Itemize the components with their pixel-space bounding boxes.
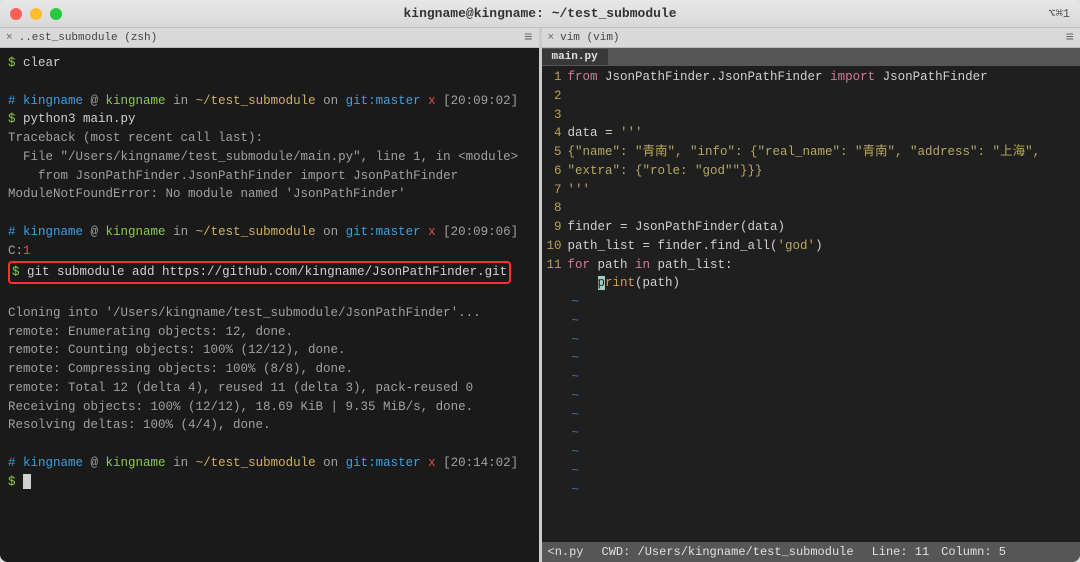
prompt-host: kingname [106, 94, 166, 108]
terminal-window: kingname@kingname: ~/test_submodule ⌥⌘1 … [0, 0, 1080, 562]
zoom-window-button[interactable] [50, 8, 62, 20]
vim-cursor: p [598, 276, 606, 290]
traceback-file: File "/Users/kingname/test_submodule/mai… [8, 150, 518, 164]
git-branch: master [376, 94, 421, 108]
git-output: remote: Counting objects: 100% (12/12), … [8, 343, 346, 357]
left-pane: × ..est_submodule (zsh) ≡ $ clear # king… [0, 28, 542, 562]
hamburger-icon[interactable]: ≡ [1066, 30, 1074, 46]
command: python3 main.py [23, 112, 136, 126]
terminal-output[interactable]: $ clear # kingname @ kingname in ~/test_… [0, 48, 539, 562]
prompt-hash: # [8, 94, 23, 108]
vim-empty-lines: ~~~~~~~~~~~ [568, 293, 1080, 499]
minimize-window-button[interactable] [30, 8, 42, 20]
right-tab-label[interactable]: vim (vim) [560, 32, 619, 44]
close-tab-icon[interactable]: × [548, 32, 555, 44]
prompt-symbol: $ [8, 56, 16, 70]
window-controls [10, 8, 62, 20]
command: git submodule add https://github.com/kin… [27, 265, 507, 279]
traceback-code: from JsonPathFinder.JsonPathFinder impor… [8, 169, 458, 183]
git-output: remote: Total 12 (delta 4), reused 11 (d… [8, 381, 473, 395]
status-line: Line: 11 [872, 545, 930, 559]
line-numbers: 1 2 3 4 5 6 7 8 9 10 11 [542, 68, 568, 540]
prompt-user: kingname [23, 94, 83, 108]
editor[interactable]: main.py 1 2 3 4 5 6 7 8 9 10 11 [542, 48, 1080, 562]
right-pane: × vim (vim) ≡ main.py 1 2 3 4 5 6 7 [542, 28, 1080, 562]
highlighted-command: $ git submodule add https://github.com/k… [8, 261, 511, 284]
git-output: remote: Compressing objects: 100% (8/8),… [8, 362, 353, 376]
file-tab[interactable]: main.py [542, 49, 608, 65]
close-window-button[interactable] [10, 8, 22, 20]
terminal-cursor [23, 474, 31, 489]
window-title: kingname@kingname: ~/test_submodule [403, 6, 676, 21]
prompt-dir: ~/test_submodule [196, 94, 316, 108]
window-shortcut: ⌥⌘1 [1048, 6, 1070, 21]
command: clear [23, 56, 61, 70]
close-tab-icon[interactable]: × [6, 32, 13, 44]
right-tabbar: × vim (vim) ≡ [542, 28, 1080, 48]
git-output: Receiving objects: 100% (12/12), 18.69 K… [8, 400, 473, 414]
git-output: Cloning into '/Users/kingname/test_submo… [8, 306, 481, 320]
prompt-time: [20:09:02] [443, 94, 518, 108]
split-panes: × ..est_submodule (zsh) ≡ $ clear # king… [0, 28, 1080, 562]
traceback-header: Traceback (most recent call last): [8, 131, 263, 145]
status-column: Column: 5 [941, 545, 1006, 559]
traceback-error: ModuleNotFoundError: No module named 'Js… [8, 187, 406, 201]
left-tabbar: × ..est_submodule (zsh) ≡ [0, 28, 539, 48]
git-output: Resolving deltas: 100% (4/4), done. [8, 418, 271, 432]
vim-statusline: <n.py CWD: /Users/kingname/test_submodul… [542, 542, 1080, 562]
code-area[interactable]: from JsonPathFinder.JsonPathFinder impor… [568, 68, 1080, 540]
git-output: remote: Enumerating objects: 12, done. [8, 325, 293, 339]
left-tab-label[interactable]: ..est_submodule (zsh) [19, 32, 158, 44]
editor-tabbar: main.py [542, 48, 1080, 66]
hamburger-icon[interactable]: ≡ [524, 30, 532, 46]
titlebar: kingname@kingname: ~/test_submodule ⌥⌘1 [0, 0, 1080, 28]
status-filename: <n.py [548, 545, 584, 559]
status-cwd: CWD: /Users/kingname/test_submodule [602, 545, 854, 559]
